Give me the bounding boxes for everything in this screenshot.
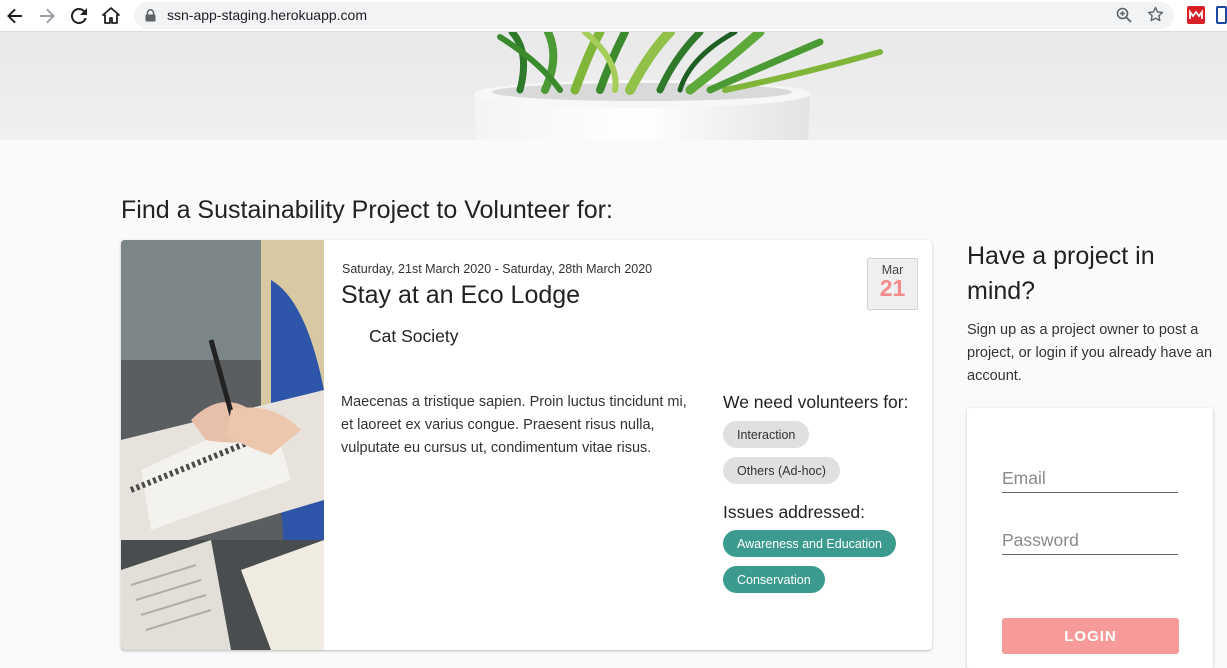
project-description: Maecenas a tristique sapien. Proin luctu…: [341, 394, 687, 456]
issues-heading: Issues addressed:: [723, 502, 866, 522]
project-organization[interactable]: Cat Society: [369, 326, 458, 347]
sidebar-title: Have a project in mind?: [967, 242, 1155, 305]
volunteers-heading: We need volunteers for:: [723, 392, 909, 412]
project-card[interactable]: Saturday, 21st March 2020 - Saturday, 28…: [121, 240, 932, 650]
home-icon[interactable]: [99, 4, 123, 28]
email-field[interactable]: [1002, 464, 1178, 493]
extension-icon-2[interactable]: [1216, 6, 1227, 24]
page-title: Find a Sustainability Project to Volunte…: [121, 196, 613, 224]
sidebar-text: Sign up as a project owner to post a pro…: [967, 322, 1213, 384]
volunteer-role-chip[interactable]: Interaction: [723, 421, 810, 448]
lock-icon[interactable]: [145, 9, 156, 27]
password-field[interactable]: [1002, 526, 1178, 555]
project-dates: Saturday, 21st March 2020 - Saturday, 28…: [342, 262, 653, 276]
project-image: [121, 240, 324, 650]
project-title[interactable]: Stay at an Eco Lodge: [341, 281, 580, 310]
back-arrow-icon[interactable]: [3, 4, 27, 28]
volunteer-role-chip[interactable]: Others (Ad-hoc): [723, 457, 840, 484]
extension-icon[interactable]: [1187, 6, 1205, 24]
issue-chip[interactable]: Awareness and Education: [723, 530, 897, 557]
hero-banner: [0, 32, 1227, 140]
issue-chip[interactable]: Conservation: [723, 566, 825, 593]
login-button[interactable]: LOGIN: [1002, 618, 1179, 654]
plant-image: [474, 32, 883, 140]
url-text[interactable]: ssn-app-staging.herokuapp.com: [167, 7, 367, 23]
zoom-icon[interactable]: [1116, 7, 1132, 28]
date-badge: Mar 21: [867, 258, 918, 310]
date-badge-day: 21: [879, 275, 906, 301]
forward-arrow-icon[interactable]: [35, 4, 59, 28]
reload-icon[interactable]: [67, 4, 91, 28]
address-bar[interactable]: ssn-app-staging.herokuapp.com: [134, 2, 1174, 29]
star-icon[interactable]: [1147, 6, 1164, 28]
browser-toolbar: ssn-app-staging.herokuapp.com: [0, 0, 1227, 32]
login-card: LOGIN: [967, 408, 1213, 668]
